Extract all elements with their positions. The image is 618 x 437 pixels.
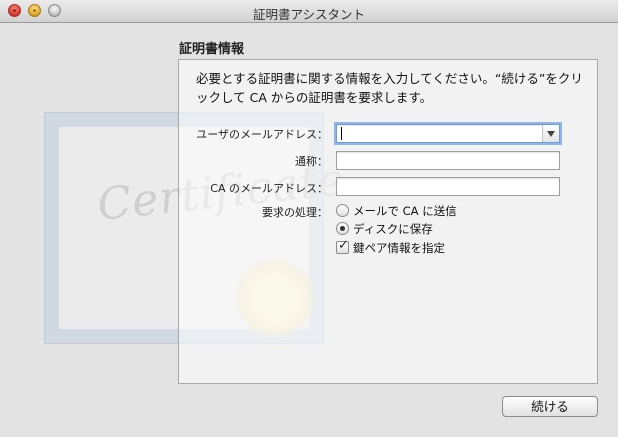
text-caret: [341, 127, 342, 140]
chevron-down-icon[interactable]: [542, 125, 559, 142]
user-email-combo[interactable]: [336, 124, 560, 143]
window-title: 証明書アシスタント: [252, 7, 365, 22]
certificate-assistant-window: 証明書アシスタント Certificate 証明書情報 必要とする証明書に関する…: [0, 0, 618, 437]
title-bar: 証明書アシスタント: [0, 0, 618, 23]
send-by-email-label[interactable]: メールで CA に送信: [353, 203, 457, 219]
ca-email-label: CA のメールアドレス：: [210, 182, 328, 195]
save-to-disk-radio[interactable]: [336, 222, 349, 235]
user-email-label: ユーザのメールアドレス：: [196, 128, 328, 141]
intro-text: 必要とする証明書に関する情報を入力してください。“続ける”をクリックして CA …: [196, 71, 583, 105]
ca-email-field[interactable]: [336, 177, 560, 196]
send-by-email-radio[interactable]: [336, 204, 349, 217]
section-title: 証明書情報: [179, 42, 245, 57]
checkmark-icon: ✓: [338, 238, 349, 253]
request-label: 要求の処理：: [262, 206, 328, 219]
common-name-field[interactable]: [336, 151, 560, 170]
continue-button[interactable]: 続ける: [502, 396, 598, 417]
key-pair-label[interactable]: 鍵ペア情報を指定: [353, 240, 445, 256]
key-pair-checkbox[interactable]: ✓: [336, 238, 349, 254]
save-to-disk-label[interactable]: ディスクに保存: [353, 221, 433, 237]
common-name-label: 通称：: [295, 155, 328, 168]
